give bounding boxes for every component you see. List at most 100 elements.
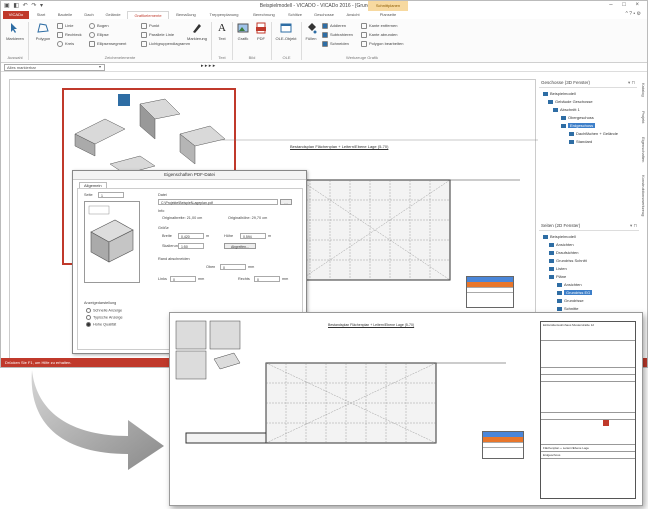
arc-button[interactable]: Bogen <box>89 23 109 29</box>
tree-item-label: Grundriss Schnitt <box>556 258 587 263</box>
tree-item[interactable]: Beispielmodell <box>543 234 576 239</box>
vtab-katalog[interactable]: Katalog <box>641 83 646 97</box>
vtab-konstruktion[interactable]: Konstruktionswerkzeug <box>641 175 646 216</box>
polygon-edit-button[interactable]: Polygon bearbeiten <box>361 41 403 47</box>
curved-arrow-icon <box>31 370 164 470</box>
browse-button[interactable]: … <box>280 199 292 205</box>
tree-item[interactable]: Ansichten <box>557 282 582 287</box>
tree-item[interactable]: Draufsichten <box>549 250 578 255</box>
tab-grafikelemente[interactable]: Grafikelemente <box>127 11 169 19</box>
radio-high-label: Hohe Qualität <box>93 322 117 327</box>
edge-remove-button[interactable]: Kante entfernen <box>361 23 397 29</box>
tab-dach[interactable]: Dach <box>79 11 99 19</box>
title-block-subtitle: Flächenplan + Leitern/Ebene Lage <box>541 445 635 452</box>
line-button[interactable]: Linie <box>57 23 73 29</box>
ellipse-button[interactable]: Ellipse <box>89 32 109 38</box>
add-button[interactable]: Addieren <box>322 23 346 29</box>
tree-item[interactable]: Beispielmodell <box>543 91 576 96</box>
page-field[interactable]: 1 <box>98 192 124 198</box>
pin-icon[interactable]: ▾ ⊓ <box>630 222 637 230</box>
adopt-button[interactable]: Abgreifen... <box>224 243 256 249</box>
width-field[interactable]: 0,420 <box>178 233 204 239</box>
ole-button[interactable]: OLE-Objekt <box>273 22 299 41</box>
tree-item-label: Ansichten <box>556 242 574 247</box>
context-tab-header: Schnittplanen <box>368 1 408 11</box>
marker-button[interactable]: Markieren <box>4 22 26 41</box>
tree-item[interactable]: Obergeschoss <box>561 115 594 120</box>
cut-button[interactable]: Schneiden <box>322 41 349 47</box>
selection-filter-combo[interactable]: Alles markierbar <box>4 64 105 71</box>
tree-item-label: Grundriss EG <box>564 290 593 295</box>
top-label: Oben <box>206 265 216 269</box>
pdf-preview-sheet: Bestandsplan Flächenplan + Leitern/Ebene… <box>169 312 643 506</box>
ole-label: OLE-Objekt <box>275 36 297 41</box>
tab-ansicht[interactable]: Ansicht <box>341 11 365 19</box>
tree-item[interactable]: Standard <box>569 139 592 144</box>
tree-item[interactable]: Gebäude Geschosse <box>548 99 593 104</box>
tree-item-selected[interactable]: Erdgeschoss <box>561 123 596 128</box>
circle-button[interactable]: Kreis <box>57 41 74 47</box>
hatch-button[interactable]: Markierung <box>185 22 209 41</box>
tab-start[interactable]: Start <box>31 11 51 19</box>
tab-schlitze[interactable]: Schlitze <box>283 11 307 19</box>
title-block-grid <box>541 382 635 413</box>
text-button[interactable]: A Text <box>214 22 230 41</box>
plan-title: Bestandsplan Flächenplan + Leitern/Ebene… <box>290 144 389 149</box>
right-field[interactable]: 0 <box>254 276 280 282</box>
graphic-button[interactable]: Grafik <box>234 22 252 41</box>
title-block-row <box>541 413 635 420</box>
tree-item[interactable]: Abschnitt 1 <box>553 107 580 112</box>
file-field[interactable]: C:\Projekte\Beispiel\Lageplan.pdf <box>158 199 278 205</box>
tree-item[interactable]: Dachflächen + Gelände <box>569 131 618 136</box>
point-button[interactable]: Punkt <box>141 23 159 29</box>
radio-high[interactable]: Hohe Qualität <box>86 322 116 327</box>
vtab-projekt[interactable]: Projekt <box>641 111 646 123</box>
width-unit: m <box>206 234 210 238</box>
tree-item[interactable]: Listen <box>549 266 567 271</box>
tree-item[interactable]: Ansichten <box>549 242 574 247</box>
parallel-line-button[interactable]: Parallele Linie <box>141 32 174 38</box>
tab-geschosse[interactable]: Geschosse <box>309 11 339 19</box>
help-icon[interactable]: ^ ? • ⚙ <box>625 11 641 17</box>
scale-field[interactable]: 1:50 <box>178 243 204 249</box>
tab-planseite[interactable]: Planseite <box>369 11 407 19</box>
subtract-button[interactable]: Subtrahieren <box>322 32 353 38</box>
sheet-plan-title: Bestandsplan Flächenplan + Leitern/Ebene… <box>328 323 415 327</box>
rectangle-button[interactable]: Rechteck <box>57 32 82 38</box>
top-field[interactable]: 0 <box>220 264 246 270</box>
edge-round-button[interactable]: Kante abrunden <box>361 32 397 38</box>
pin-icon[interactable]: ▾ ⊓ <box>628 79 635 87</box>
radio-icon <box>86 308 91 313</box>
radio-fast[interactable]: Schnelle Anzeige <box>86 308 122 313</box>
tree-item[interactable]: Pläne <box>549 274 566 279</box>
curve-button[interactable]: Lichtgruppendiagramm <box>141 41 190 47</box>
tree-item[interactable]: Schnitte <box>557 306 578 311</box>
tab-treppenplanung[interactable]: Treppenplanung <box>203 11 245 19</box>
window-controls[interactable]: – □ × <box>609 2 643 8</box>
tab-bauteile[interactable]: Bauteile <box>53 11 77 19</box>
tab-gelaende[interactable]: Gelände <box>101 11 125 19</box>
tab-bemassung[interactable]: Bemaßung <box>171 11 201 19</box>
tree-item[interactable]: Grundrisse <box>557 298 584 303</box>
line-icon <box>57 23 63 29</box>
title-block-notes <box>541 341 635 368</box>
vtab-eigenschaften[interactable]: Eigenschaften <box>641 137 646 162</box>
pdf-button[interactable]: PDF <box>253 22 269 41</box>
radio-typical[interactable]: Typische Anzeige <box>86 315 123 320</box>
tree-item-selected[interactable]: Grundriss EG <box>557 290 593 295</box>
tab-berechnung[interactable]: Berechnung <box>247 11 281 19</box>
polygon-edit-label: Polygon bearbeiten <box>369 41 404 47</box>
dialog-title: Eigenschaften PDF-Datei <box>73 171 306 180</box>
fill-button[interactable]: Füllen <box>303 22 319 41</box>
layer-tools-icon[interactable]: ▸ ▸ ▸ ▸ <box>201 63 215 69</box>
left-field[interactable]: 0 <box>170 276 196 282</box>
ellipse-segment-button[interactable]: Ellipsensegment <box>89 41 126 47</box>
tree-item-label: Erdgeschoss <box>568 123 596 128</box>
tab-vicado[interactable]: VICADo <box>3 11 29 19</box>
height-field[interactable]: 0,594 <box>240 233 266 239</box>
floors-panel-header: Geschosse (3D Fenster) ▾ ⊓ <box>539 79 637 88</box>
polygon-button[interactable]: Polygon <box>32 22 54 41</box>
chevron-down-icon[interactable]: ▾ <box>99 64 101 69</box>
page-label: Seite <box>84 193 93 197</box>
tree-item[interactable]: Grundriss Schnitt <box>549 258 587 263</box>
